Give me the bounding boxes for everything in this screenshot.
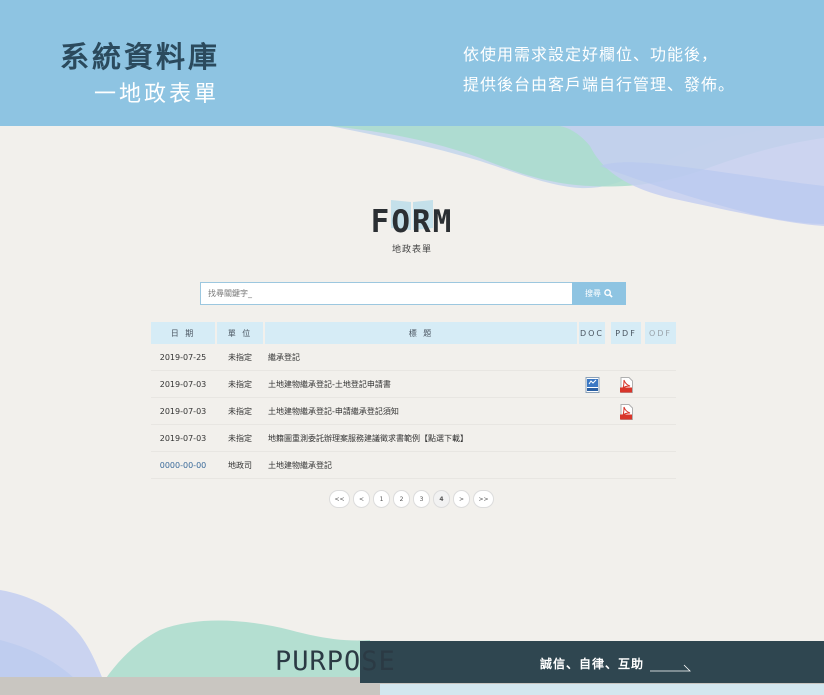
doc-file-icon	[585, 376, 599, 393]
row-unit: 未指定	[228, 353, 252, 362]
row-date: 2019-07-03	[159, 380, 207, 389]
search-bar: 搜尋	[200, 282, 626, 305]
purpose-title: PURPOSE	[275, 646, 396, 677]
row-date: 0000-00-00	[159, 461, 207, 470]
page-button-1[interactable]: 1	[373, 490, 390, 508]
row-date: 2019-07-03	[159, 407, 207, 416]
purpose-banner: PURPOSE 誠信、自律、互助	[0, 640, 824, 695]
page-button-2[interactable]: 2	[393, 490, 410, 508]
table-row: 2019-07-25 未指定 繼承登記	[151, 344, 676, 371]
description-line-1: 依使用需求設定好欄位、功能後，	[463, 45, 719, 64]
row-date: 2019-07-25	[159, 353, 207, 362]
column-header-doc: DOC	[579, 322, 605, 344]
form-subtitle: 地政表單	[391, 245, 432, 255]
row-unit: 未指定	[228, 380, 252, 389]
search-input[interactable]	[200, 282, 573, 305]
table-header: 日 期 單 位 標 題 DOC PDF ODF	[151, 322, 676, 344]
pdf-download-link[interactable]	[617, 371, 635, 398]
doc-download-link[interactable]	[583, 371, 601, 398]
header-banner: 系統資料庫 一地政表單 依使用需求設定好欄位、功能後， 提供後台由客戶端自行管理…	[0, 0, 824, 126]
pdf-file-icon	[619, 376, 633, 393]
column-header-date: 日 期	[151, 322, 215, 344]
form-title: FORM	[370, 204, 454, 240]
footer-floor-accent	[380, 684, 824, 695]
search-button[interactable]: 搜尋	[572, 282, 626, 305]
search-button-label: 搜尋	[585, 289, 601, 298]
page-first-button[interactable]: <<	[329, 490, 350, 508]
pagination: << < 1 2 3 4 > >>	[329, 490, 494, 509]
table-row: 2019-07-03 未指定 地籍圖重測委託辦理案服務建議徵求書範例【點選下載】	[151, 425, 676, 452]
page-next-button[interactable]: >	[453, 490, 470, 508]
row-unit: 未指定	[228, 434, 252, 443]
page-last-button[interactable]: >>	[473, 490, 494, 508]
column-header-title: 標 題	[265, 322, 577, 344]
row-date: 2019-07-03	[159, 434, 207, 443]
table-row: 0000-00-00 地政司 土地建物繼承登記	[151, 452, 676, 479]
pdf-file-icon	[619, 403, 633, 420]
page-button-3[interactable]: 3	[413, 490, 430, 508]
page-prev-button[interactable]: <	[353, 490, 370, 508]
row-title-link[interactable]: 土地建物繼承登記-申請繼承登記須知	[268, 398, 568, 425]
column-header-odf: ODF	[645, 322, 676, 344]
forms-table: 日 期 單 位 標 題 DOC PDF ODF 2019-07-25 未指定 繼…	[151, 322, 676, 479]
row-title-link[interactable]: 土地建物繼承登記-土地登記申請書	[268, 371, 568, 398]
row-title-link[interactable]: 土地建物繼承登記	[268, 452, 568, 479]
column-header-pdf: PDF	[611, 322, 641, 344]
row-unit: 未指定	[228, 407, 252, 416]
column-header-unit: 單 位	[217, 322, 263, 344]
arrow-line-icon	[650, 664, 691, 672]
purpose-motto: 誠信、自律、互助	[540, 657, 645, 671]
row-title-link[interactable]: 繼承登記	[268, 344, 568, 371]
pdf-download-link[interactable]	[617, 398, 635, 425]
page-title: 系統資料庫	[60, 40, 221, 74]
page-subtitle: 一地政表單	[94, 82, 220, 107]
table-row: 2019-07-03 未指定 土地建物繼承登記-申請繼承登記須知	[151, 398, 676, 425]
search-icon	[604, 289, 613, 298]
description-line-2: 提供後台由客戶端自行管理、發佈。	[463, 75, 736, 94]
row-title-link[interactable]: 地籍圖重測委託辦理案服務建議徵求書範例【點選下載】	[268, 425, 568, 452]
row-unit: 地政司	[228, 461, 252, 470]
form-heading: FORM 地政表單	[0, 196, 824, 255]
table-row: 2019-07-03 未指定 土地建物繼承登記-土地登記申請書	[151, 371, 676, 398]
page-button-4-current[interactable]: 4	[433, 490, 450, 508]
